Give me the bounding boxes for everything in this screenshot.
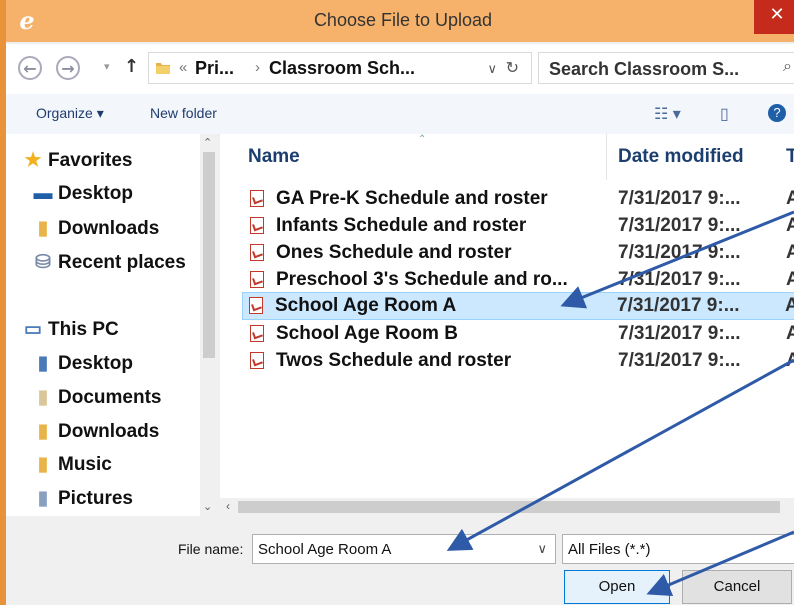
breadcrumb-segment-current[interactable]: Classroom Sch... xyxy=(269,58,415,79)
column-header-name[interactable]: Name xyxy=(248,146,300,168)
file-name-input[interactable]: School Age Room A ∨ xyxy=(252,534,556,564)
list-item-selected[interactable]: School Age Room A 7/31/2017 9:... A xyxy=(242,292,794,320)
pdf-file-icon xyxy=(250,244,264,261)
dialog-title: Choose File to Upload xyxy=(313,10,493,30)
search-placeholder: Search Classroom S... xyxy=(549,59,740,79)
list-item[interactable]: Infants Schedule and roster 7/31/2017 9:.… xyxy=(244,213,794,239)
file-type-select[interactable]: All Files (*.*) xyxy=(562,534,794,564)
nav-item-documents[interactable]: ▮ Documents xyxy=(32,386,162,409)
command-toolbar: Organize ▾ New folder ☷ ▾ ▯ ? xyxy=(6,94,794,135)
new-folder-button[interactable]: New folder xyxy=(150,105,217,121)
file-list-horizontal-scrollbar[interactable]: ‹ xyxy=(220,498,794,516)
pdf-file-icon xyxy=(249,297,263,314)
downloads-folder-icon: ▮ xyxy=(37,218,49,239)
breadcrumb-separator-icon[interactable]: › xyxy=(255,59,260,76)
breadcrumb[interactable]: « Pri... › Classroom Sch... ∨ ↻ xyxy=(148,52,532,84)
pdf-file-icon xyxy=(250,325,264,342)
list-item[interactable]: GA Pre-K Schedule and roster 7/31/2017 9:… xyxy=(244,186,794,212)
breadcrumb-segment-parent[interactable]: Pri... xyxy=(195,58,234,79)
open-button[interactable]: Open xyxy=(564,570,670,604)
sort-indicator-icon: ⌃ xyxy=(418,134,427,145)
column-header-date-modified[interactable]: Date modified xyxy=(618,146,744,168)
scroll-up-arrow-icon[interactable]: ⌃ xyxy=(203,136,212,149)
column-divider[interactable] xyxy=(606,134,607,180)
pdf-file-icon xyxy=(250,352,264,369)
close-button[interactable]: ✕ xyxy=(754,0,794,34)
pdf-file-icon xyxy=(250,190,264,207)
computer-icon: ▭ xyxy=(24,319,42,340)
scrollbar-thumb[interactable] xyxy=(203,152,215,358)
refresh-icon[interactable]: ↻ xyxy=(506,58,519,78)
nav-item-pictures[interactable]: ▮ Pictures xyxy=(32,487,133,510)
forward-button[interactable]: → xyxy=(56,56,80,80)
documents-folder-icon: ▮ xyxy=(37,387,49,408)
nav-item-desktop-favorite[interactable]: ▬ Desktop xyxy=(32,183,133,205)
nav-item-downloads-favorite[interactable]: ▮ Downloads xyxy=(32,217,160,240)
file-upload-dialog: e Choose File to Upload ✕ ← → ▾ ↑ « Pri.… xyxy=(0,0,794,605)
file-name-value: School Age Room A xyxy=(258,541,392,558)
folder-icon xyxy=(156,63,170,74)
pdf-file-icon xyxy=(250,271,264,288)
pictures-folder-icon: ▮ xyxy=(37,488,49,509)
file-type-value: All Files (*.*) xyxy=(568,541,651,558)
search-icon[interactable]: ⌕ xyxy=(783,58,792,76)
nav-item-this-pc[interactable]: ▭ This PC xyxy=(22,318,119,341)
list-item[interactable]: Ones Schedule and roster 7/31/2017 9:... A xyxy=(244,240,794,266)
help-icon[interactable]: ? xyxy=(768,104,786,122)
preview-pane-icon[interactable]: ▯ xyxy=(720,104,729,124)
pdf-file-icon xyxy=(250,217,264,234)
path-prefix-icon[interactable]: « xyxy=(179,59,187,76)
organize-button[interactable]: Organize ▾ xyxy=(36,105,104,122)
recent-places-icon: ⛁ xyxy=(35,252,51,273)
scrollbar-thumb[interactable] xyxy=(238,501,780,513)
column-header-type[interactable]: Ty xyxy=(786,146,794,168)
cancel-button[interactable]: Cancel xyxy=(682,570,792,604)
desktop-icon: ▬ xyxy=(33,183,53,204)
nav-item-music[interactable]: ▮ Music xyxy=(32,453,112,476)
address-bar: ← → ▾ ↑ « Pri... › Classroom Sch... ∨ ↻ … xyxy=(6,44,794,94)
nav-item-desktop[interactable]: ▮ Desktop xyxy=(32,352,133,375)
up-one-level-button[interactable]: ↑ xyxy=(124,56,139,77)
navigation-pane: ★ Favorites ▬ Desktop ▮ Downloads ⛁ Recent p… xyxy=(6,134,218,516)
downloads-folder-icon: ▮ xyxy=(37,421,49,442)
recent-locations-dropdown[interactable]: ▾ xyxy=(104,60,110,73)
chevron-down-icon[interactable]: ∨ xyxy=(537,541,547,557)
list-item[interactable]: Twos Schedule and roster 7/31/2017 9:... A xyxy=(244,348,794,374)
list-item[interactable]: School Age Room B 7/31/2017 9:... A xyxy=(244,321,794,347)
nav-item-downloads[interactable]: ▮ Downloads xyxy=(32,420,160,443)
nav-item-recent-places[interactable]: ⛁ Recent places xyxy=(32,251,186,274)
nav-vertical-scrollbar[interactable]: ⌃ ⌄ xyxy=(200,134,218,516)
address-dropdown-icon[interactable]: ∨ xyxy=(487,61,497,77)
scroll-left-arrow-icon[interactable]: ‹ xyxy=(226,499,230,513)
nav-item-favorites[interactable]: ★ Favorites xyxy=(22,149,132,172)
file-name-label: File name: xyxy=(178,541,244,557)
title-bar[interactable]: e Choose File to Upload ✕ xyxy=(6,0,794,42)
search-input[interactable]: Search Classroom S... ⌕ xyxy=(538,52,794,84)
change-view-icon[interactable]: ☷ ▾ xyxy=(654,104,681,124)
file-list: ⌃ Name Date modified Ty GA Pre-K Schedul… xyxy=(220,134,794,516)
star-icon: ★ xyxy=(24,150,42,171)
music-folder-icon: ▮ xyxy=(37,454,49,475)
desktop-folder-icon: ▮ xyxy=(37,353,49,374)
back-button[interactable]: ← xyxy=(18,56,42,80)
list-item[interactable]: Preschool 3's Schedule and ro... 7/31/201… xyxy=(244,267,794,293)
scroll-down-arrow-icon[interactable]: ⌄ xyxy=(203,500,212,513)
